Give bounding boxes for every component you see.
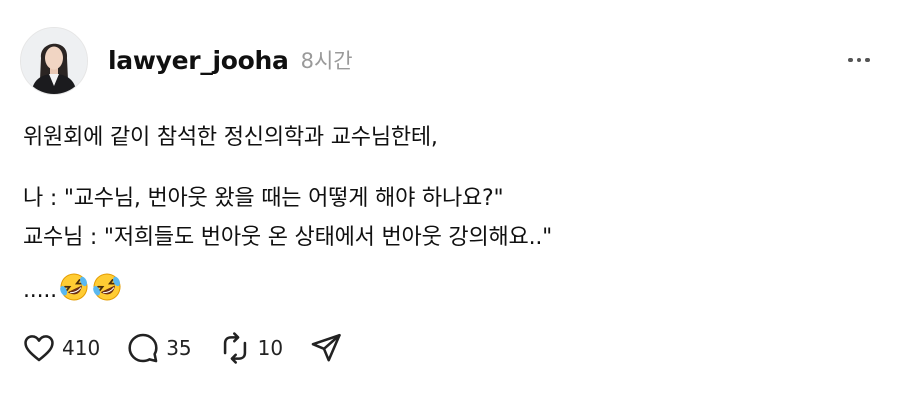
post-text-line-4: ..... [23, 271, 123, 303]
repost-icon [223, 332, 246, 364]
post-text-line-2: 나 : "교수님, 번아웃 왔을 때는 어떻게 해야 하나요?" [23, 186, 504, 211]
rolling-on-the-floor-laughing-icon [60, 273, 88, 301]
thread-post: lawyer_jooha 8시간 위원회에 같이 참석한 정신의학과 교수님한테… [0, 0, 900, 401]
more-options-button[interactable] [842, 48, 876, 72]
share-button[interactable] [309, 331, 343, 365]
repost-button[interactable]: 10 [218, 331, 283, 365]
post-text-line-1: 위원회에 같이 참석한 정신의학과 교수님한테, [23, 125, 438, 150]
avatar[interactable] [20, 27, 88, 95]
post-text-line-3: 교수님 : "저희들도 번아웃 온 상태에서 번아웃 강의해요.." [23, 225, 553, 250]
emoji-group [58, 271, 123, 303]
more-horizontal-icon [848, 57, 853, 63]
reply-button[interactable]: 35 [126, 331, 192, 365]
repost-count: 10 [257, 336, 284, 360]
reply-count: 35 [166, 336, 192, 360]
like-button[interactable]: 410 [22, 331, 100, 365]
timestamp[interactable]: 8시간 [301, 45, 353, 75]
like-count: 410 [62, 336, 101, 360]
more-horizontal-icon-dot [865, 57, 870, 63]
post-header: lawyer_jooha 8시간 [108, 42, 353, 78]
username[interactable]: lawyer_jooha [108, 46, 289, 75]
post-actions: 410 35 10 [22, 330, 369, 366]
ellipsis-text: ..... [23, 278, 57, 303]
comment-icon [128, 333, 158, 363]
profile-photo-avatar [21, 28, 87, 94]
more-horizontal-icon-dot [856, 57, 862, 63]
heart-icon [24, 335, 54, 362]
rolling-on-the-floor-laughing-icon [93, 273, 121, 301]
send-icon [311, 333, 341, 362]
